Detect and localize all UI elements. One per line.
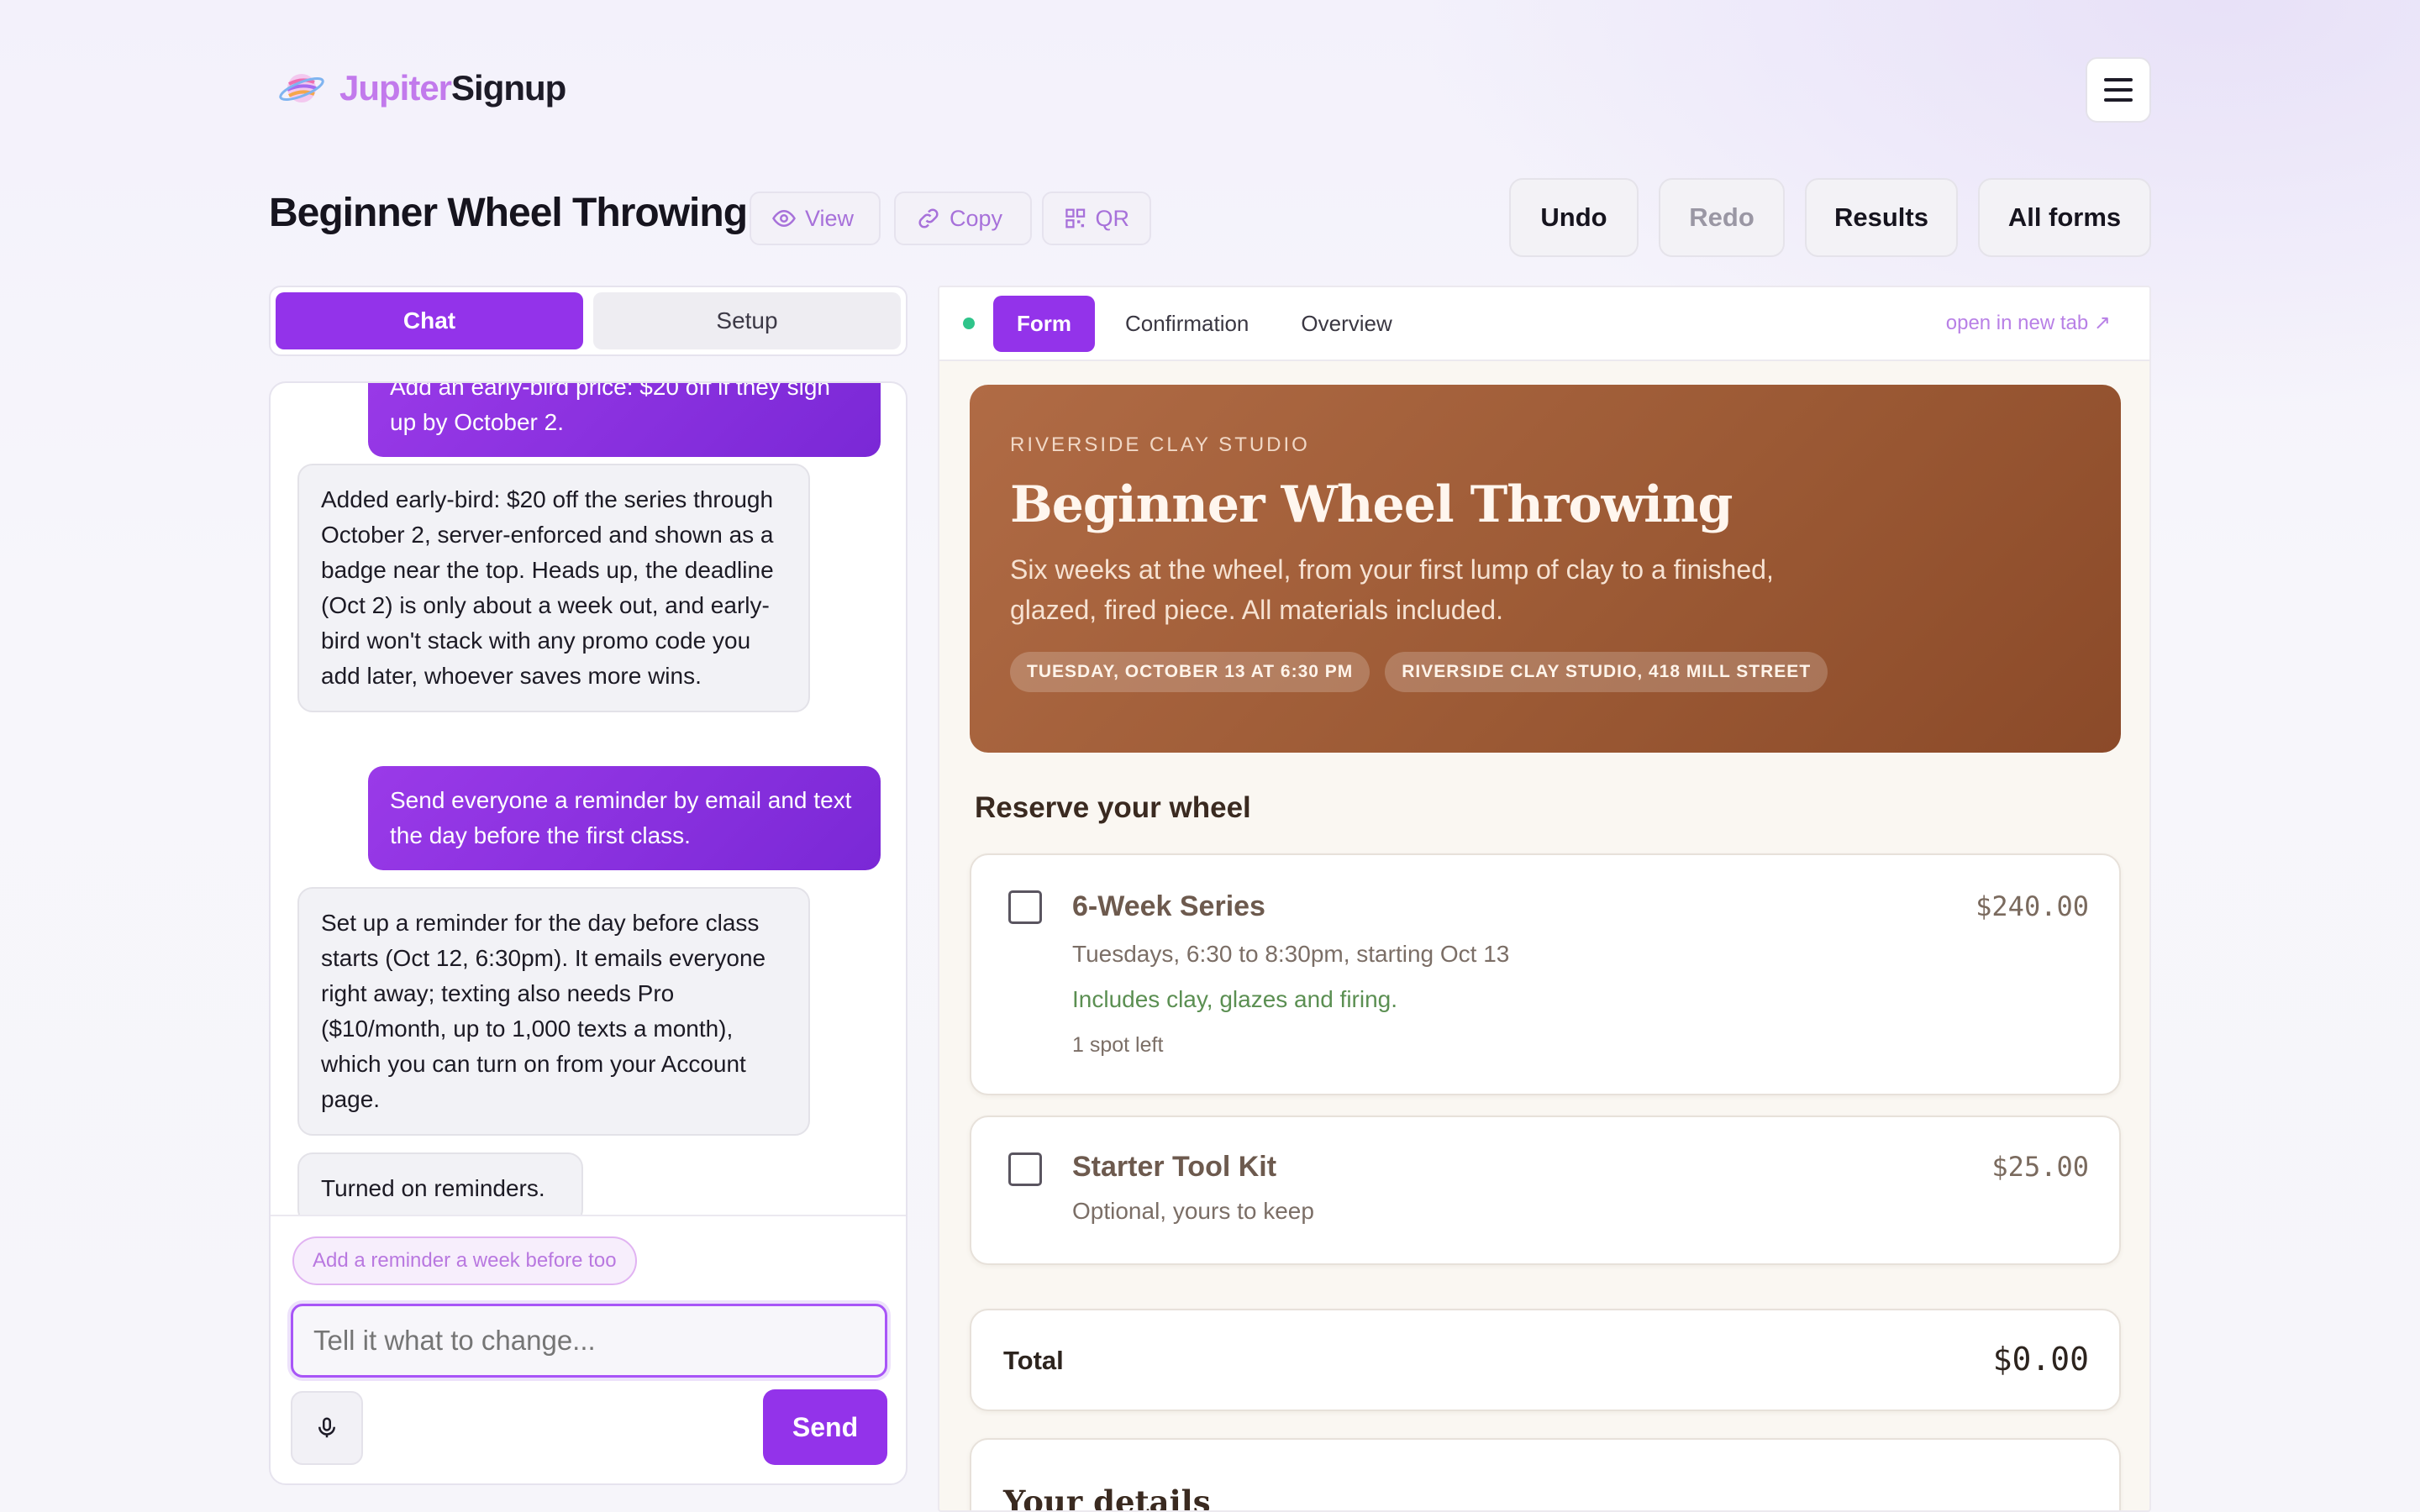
item-description: Optional, yours to keep xyxy=(1072,1198,1314,1224)
eye-icon xyxy=(772,209,796,228)
section-title: Reserve your wheel xyxy=(975,791,1251,824)
assistant-message: Set up a reminder for the day before cla… xyxy=(297,887,810,1136)
page-title: Beginner Wheel Throwing xyxy=(269,191,748,235)
all-forms-button[interactable]: All forms xyxy=(1978,178,2151,257)
qr-button[interactable]: QR xyxy=(1042,192,1151,245)
microphone-button[interactable] xyxy=(291,1391,363,1465)
menu-icon xyxy=(2104,78,2133,81)
view-button[interactable]: View xyxy=(750,192,881,245)
user-message: Send everyone a reminder by email and te… xyxy=(368,766,881,870)
planet-logo-icon xyxy=(279,74,324,102)
form-hero: RIVERSIDE CLAY STUDIO Beginner Wheel Thr… xyxy=(970,385,2121,753)
item-price: $25.00 xyxy=(1991,1151,2089,1183)
divider xyxy=(271,1215,906,1216)
live-status-dot xyxy=(963,318,975,329)
undo-button[interactable]: Undo xyxy=(1509,178,1639,257)
location-chip: RIVERSIDE CLAY STUDIO, 418 MILL STREET xyxy=(1385,652,1828,692)
tab-confirmation[interactable]: Confirmation xyxy=(1125,311,1249,337)
item-checkbox[interactable] xyxy=(1008,1152,1042,1186)
tab-chat[interactable]: Chat xyxy=(276,292,583,349)
qr-icon xyxy=(1065,208,1086,228)
organization-name: RIVERSIDE CLAY STUDIO xyxy=(1010,433,1310,456)
item-price: $240.00 xyxy=(1975,890,2089,922)
date-chip: TUESDAY, OCTOBER 13 AT 6:30 PM xyxy=(1010,652,1370,692)
assistant-message: Turned on reminders. xyxy=(297,1152,583,1215)
open-new-tab-link[interactable]: open in new tab ↗ xyxy=(1946,311,2111,335)
details-card: Your details xyxy=(970,1438,2121,1512)
user-message: Add an early-bird price: $20 off if they… xyxy=(368,383,881,457)
item-availability: 1 spot left xyxy=(1072,1033,1164,1057)
tab-overview[interactable]: Overview xyxy=(1301,311,1392,337)
tab-setup[interactable]: Setup xyxy=(593,292,901,349)
tab-form[interactable]: Form xyxy=(993,295,1095,352)
chat-input[interactable] xyxy=(291,1304,887,1378)
copy-link-button[interactable]: Copy xyxy=(894,192,1032,245)
form-preview-panel: Form Confirmation Overview open in new t… xyxy=(938,286,2151,1512)
arrow-up-right-icon: ↗ xyxy=(2093,312,2111,334)
app-name: JupiterSignup xyxy=(339,68,566,108)
item-name: 6-Week Series xyxy=(1072,890,1265,922)
total-card: Total $0.00 xyxy=(970,1309,2121,1411)
message-list[interactable]: Add an early-bird price: $20 off if they… xyxy=(271,383,906,1215)
suggestion-chip[interactable]: Add a reminder a week before too xyxy=(292,1236,637,1285)
results-button[interactable]: Results xyxy=(1805,178,1958,257)
app-logo[interactable]: JupiterSignup xyxy=(277,64,566,113)
left-panel-tabs: Chat Setup xyxy=(269,286,908,356)
assistant-message: Added early-bird: $20 off the series thr… xyxy=(297,464,810,712)
redo-button[interactable]: Redo xyxy=(1659,178,1785,257)
item-option-series[interactable]: 6-Week Series $240.00 Tuesdays, 6:30 to … xyxy=(970,853,2121,1095)
preview-toolbar: Form Confirmation Overview open in new t… xyxy=(939,287,2149,361)
send-button[interactable]: Send xyxy=(763,1389,887,1465)
total-value: $0.00 xyxy=(1992,1341,2089,1378)
link-icon xyxy=(918,208,939,228)
item-name: Starter Tool Kit xyxy=(1072,1151,1277,1183)
total-label: Total xyxy=(1003,1346,1064,1375)
form-title: Beginner Wheel Throwing xyxy=(1010,475,1733,534)
form-description: Six weeks at the wheel, from your first … xyxy=(1010,554,1774,625)
hamburger-menu-button[interactable] xyxy=(2086,57,2151,123)
details-title: Your details xyxy=(1003,1483,1211,1512)
microphone-icon xyxy=(318,1417,335,1438)
item-option-toolkit[interactable]: Starter Tool Kit $25.00 Optional, yours … xyxy=(970,1116,2121,1265)
item-includes: Includes clay, glazes and firing. xyxy=(1072,986,1398,1012)
chat-panel: Add an early-bird price: $20 off if they… xyxy=(269,381,908,1485)
item-schedule: Tuesdays, 6:30 to 8:30pm, starting Oct 1… xyxy=(1072,941,1510,967)
item-checkbox[interactable] xyxy=(1008,890,1042,924)
